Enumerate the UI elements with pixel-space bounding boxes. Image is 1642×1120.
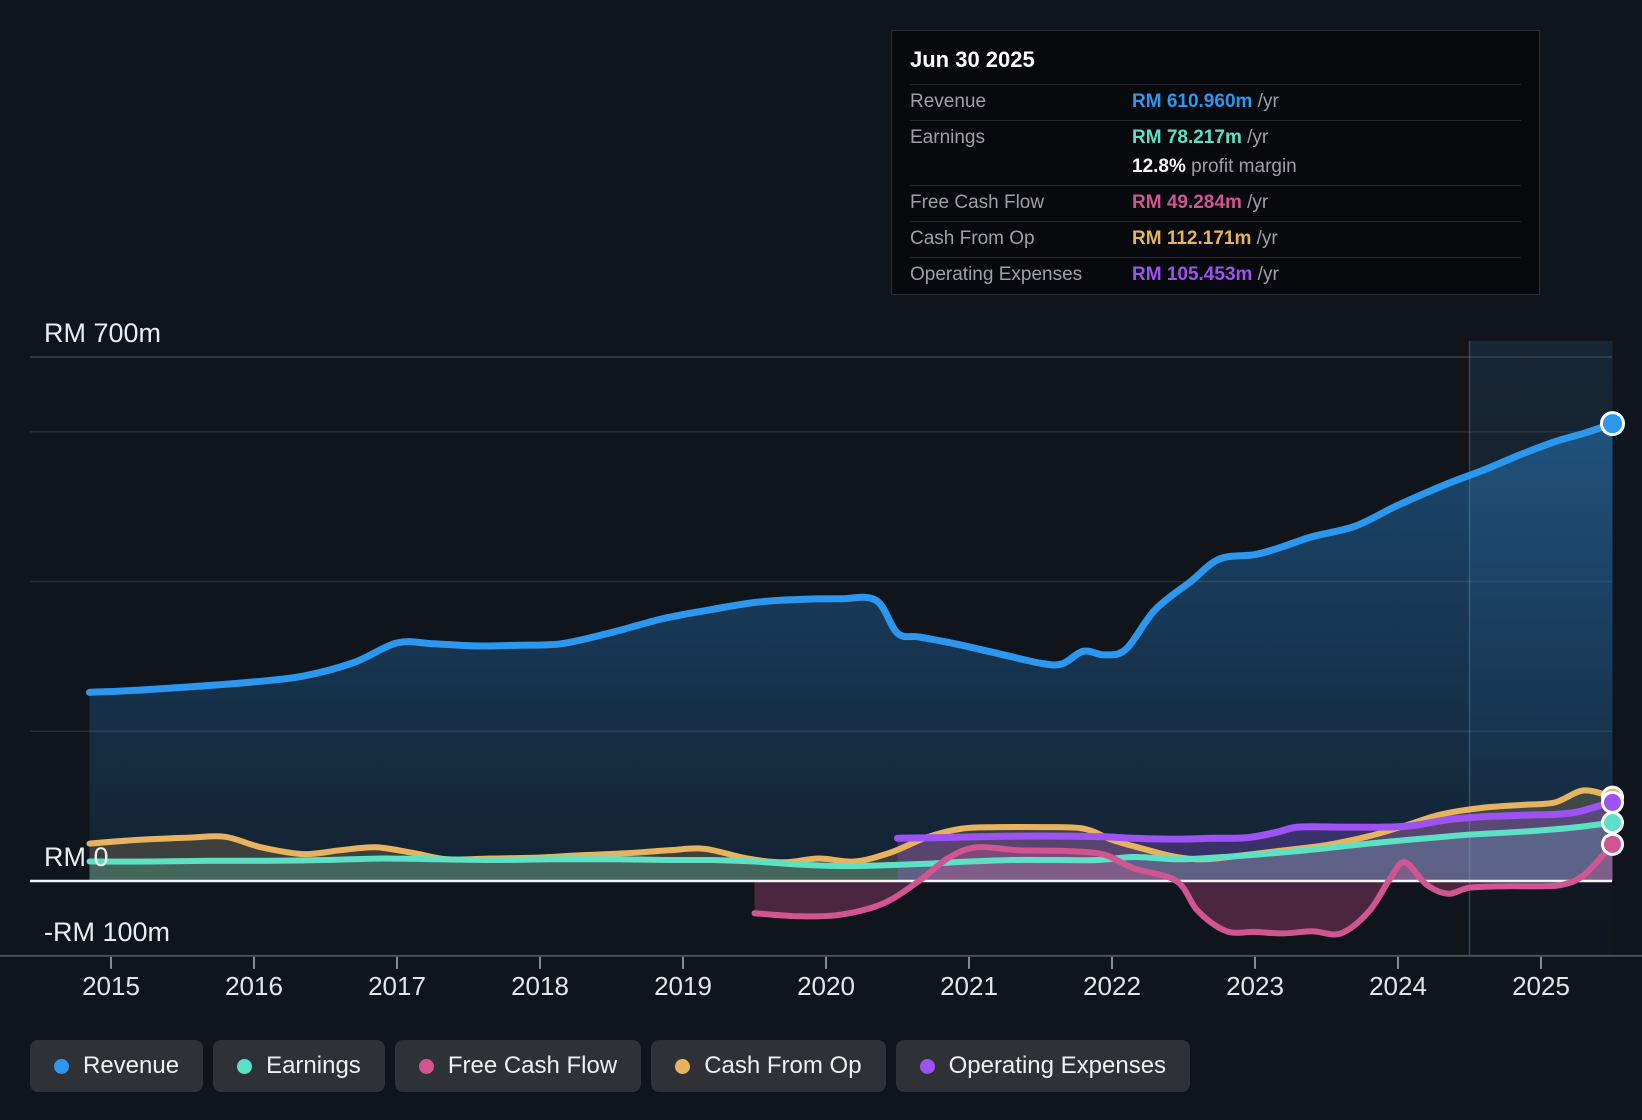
tooltip-date: Jun 30 2025	[910, 47, 1035, 72]
tooltip-label: Free Cash Flow	[910, 192, 1045, 213]
opex-endpoint-marker[interactable]	[1601, 790, 1624, 814]
x-axis-label-2015: 2015	[82, 971, 140, 1001]
tooltip-label: Cash From Op	[910, 228, 1035, 249]
legend-label: Free Cash Flow	[447, 1052, 618, 1079]
tooltip-value: RM 112.171m /yr	[1132, 228, 1278, 249]
tooltip-value: RM 105.453m /yr	[1132, 264, 1279, 285]
legend-item-earnings[interactable]: Earnings	[213, 1040, 385, 1092]
profit-margin-value: 12.8% profit margin	[1132, 156, 1297, 177]
tooltip-value: RM 49.284m /yr	[1132, 192, 1269, 213]
earnings-legend-dot	[237, 1058, 253, 1074]
x-axis-label-2017: 2017	[368, 971, 426, 1001]
x-axis-label-2019: 2019	[654, 971, 712, 1001]
y-axis-label-0m: RM 0	[44, 842, 109, 872]
legend-label: Operating Expenses	[948, 1052, 1167, 1079]
opex-legend-dot	[919, 1058, 935, 1074]
tooltip-value: RM 78.217m /yr	[1132, 127, 1269, 148]
x-axis-label-2025: 2025	[1512, 971, 1570, 1001]
tooltip-label: Operating Expenses	[910, 264, 1083, 285]
revenue-area	[89, 423, 1613, 881]
legend-label: Earnings	[266, 1052, 361, 1079]
x-axis-label-2018: 2018	[511, 971, 569, 1001]
fcf-legend-dot	[418, 1058, 434, 1074]
tooltip-value: RM 610.960m /yr	[1132, 91, 1279, 112]
revenue-endpoint-marker[interactable]	[1600, 411, 1625, 437]
x-axis-label-2024: 2024	[1369, 971, 1427, 1001]
revenue-legend-dot	[54, 1058, 69, 1074]
chart-tooltip: Jun 30 2025 Revenue RM 610.960m /yr Earnin…	[891, 30, 1540, 295]
fcf-endpoint-marker[interactable]	[1601, 832, 1624, 856]
x-axis-label-2020: 2020	[797, 971, 855, 1001]
legend-item-opex[interactable]: Operating Expenses	[895, 1040, 1191, 1092]
tooltip-row-opex: Operating Expenses RM 105.453m /yr	[910, 257, 1521, 293]
tooltip-row-fcf: Free Cash Flow RM 49.284m /yr	[910, 185, 1521, 221]
earnings-endpoint-marker[interactable]	[1601, 811, 1624, 835]
legend-item-fcf[interactable]: Free Cash Flow	[394, 1040, 642, 1092]
cashop-legend-dot	[675, 1058, 691, 1074]
tooltip-rows: Revenue RM 610.960m /yr Earnings RM 78.217m…	[910, 84, 1521, 293]
x-axis-label-2016: 2016	[225, 971, 283, 1001]
tooltip-row-revenue: Revenue RM 610.960m /yr	[910, 84, 1521, 120]
y-axis-label--100m: -RM 100m	[44, 917, 170, 947]
legend-label: Cash From Op	[704, 1052, 862, 1079]
x-axis-label-2022: 2022	[1083, 971, 1141, 1001]
x-axis-label-2021: 2021	[940, 971, 998, 1001]
legend-item-cashop[interactable]: Cash From Op	[651, 1040, 886, 1092]
tooltip-row-profit-margin: 12.8% profit margin	[910, 156, 1521, 185]
legend-label: Revenue	[83, 1052, 180, 1079]
legend-item-revenue[interactable]: Revenue	[30, 1040, 204, 1092]
financial-history-chart: 2015 2016 2017 2018 2019 2020 2021 2022 2023 2024…	[0, 0, 1642, 1120]
chart-legend: Revenue Earnings Free Cash Flow Cash From O…	[30, 1040, 1191, 1092]
x-axis-label-2023: 2023	[1226, 971, 1284, 1001]
y-axis-label-700m: RM 700m	[44, 318, 161, 348]
tooltip-row-earnings: Earnings RM 78.217m /yr	[910, 120, 1521, 156]
tooltip-row-cashop: Cash From Op RM 112.171m /yr	[910, 221, 1521, 257]
tooltip-label: Earnings	[910, 127, 985, 148]
tooltip-label: Revenue	[910, 91, 987, 112]
